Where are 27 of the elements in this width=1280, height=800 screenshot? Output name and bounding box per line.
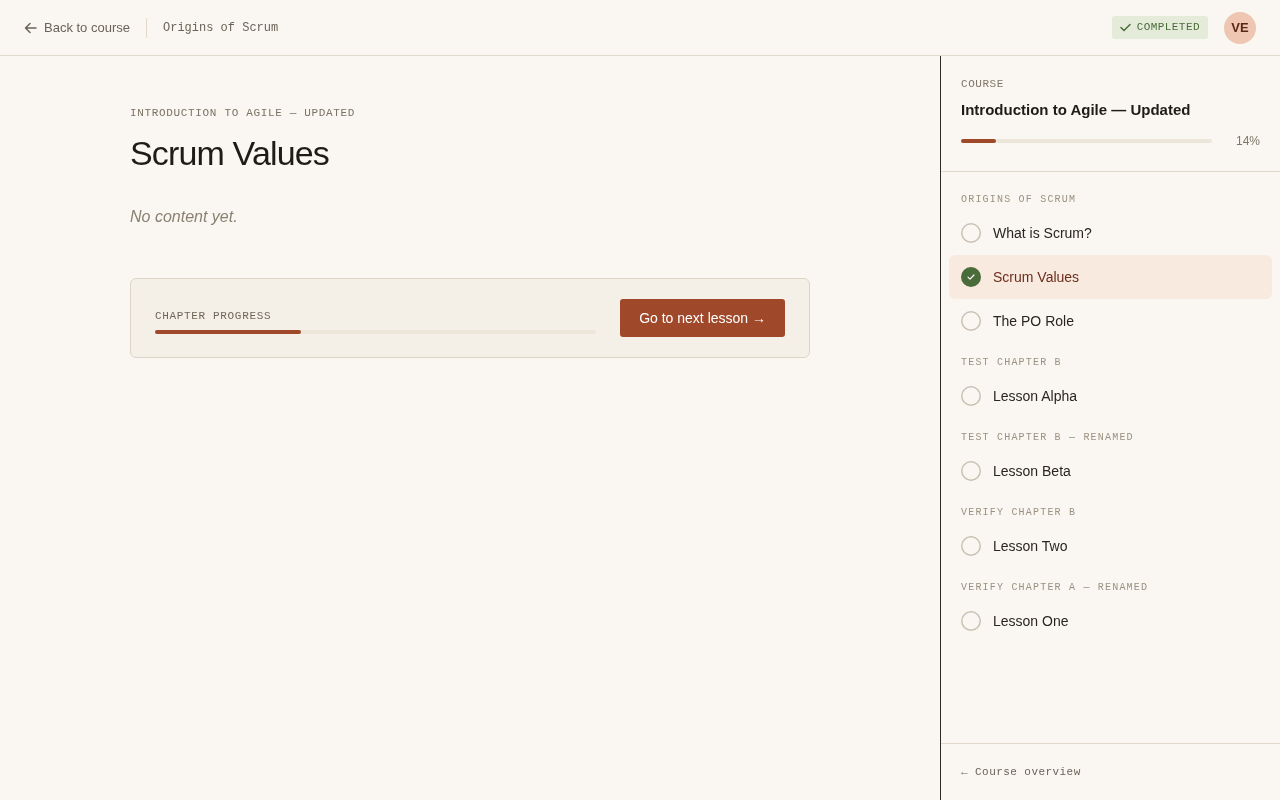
next-lesson-button[interactable]: Go to next lesson → — [620, 299, 785, 337]
progress-percent: 14% — [1235, 133, 1260, 150]
chapter-heading: ORIGINS OF SCRUM — [961, 193, 1077, 207]
lesson-item[interactable]: Lesson Beta — [949, 449, 1272, 493]
chapter-heading: VERIFY CHAPTER B — [961, 506, 1077, 520]
lesson-item[interactable]: Lesson Alpha — [949, 374, 1272, 418]
lesson-item[interactable]: Lesson Two — [949, 524, 1272, 568]
chapter-heading: VERIFY CHAPTER A — RENAMED — [961, 581, 1149, 595]
status-text: COMPLETED — [1136, 20, 1200, 36]
check-icon — [1119, 23, 1131, 32]
chapter-heading: TEST CHAPTER B — [961, 356, 1062, 370]
course-label: COURSE — [961, 77, 1004, 92]
breadcrumb-text: Origins of Scrum — [163, 19, 279, 37]
lesson-item[interactable]: Lesson One — [949, 599, 1272, 643]
course-eyebrow: INTRODUCTION TO AGILE — UPDATED — [130, 106, 356, 121]
course-overview-link[interactable]: ← Course overview — [961, 764, 1081, 780]
chapter-heading: TEST CHAPTER B — RENAMED — [961, 431, 1134, 445]
back-link[interactable]: Back to course — [24, 21, 130, 34]
lesson-title: Scrum Values — [130, 133, 329, 173]
course-title: Introduction to Agile — Updated — [961, 100, 1191, 120]
user-avatar[interactable]: VE — [1224, 11, 1256, 44]
lesson-item[interactable]: The PO Role — [949, 299, 1272, 343]
lesson-item[interactable]: What is Scrum? — [949, 211, 1272, 255]
arrow-left-icon — [24, 21, 37, 34]
lesson-item[interactable]: Scrum Values — [949, 255, 1272, 299]
lesson-body-text: No content yet. — [130, 207, 238, 227]
progress-label: CHAPTER PROGRESS — [155, 309, 272, 324]
